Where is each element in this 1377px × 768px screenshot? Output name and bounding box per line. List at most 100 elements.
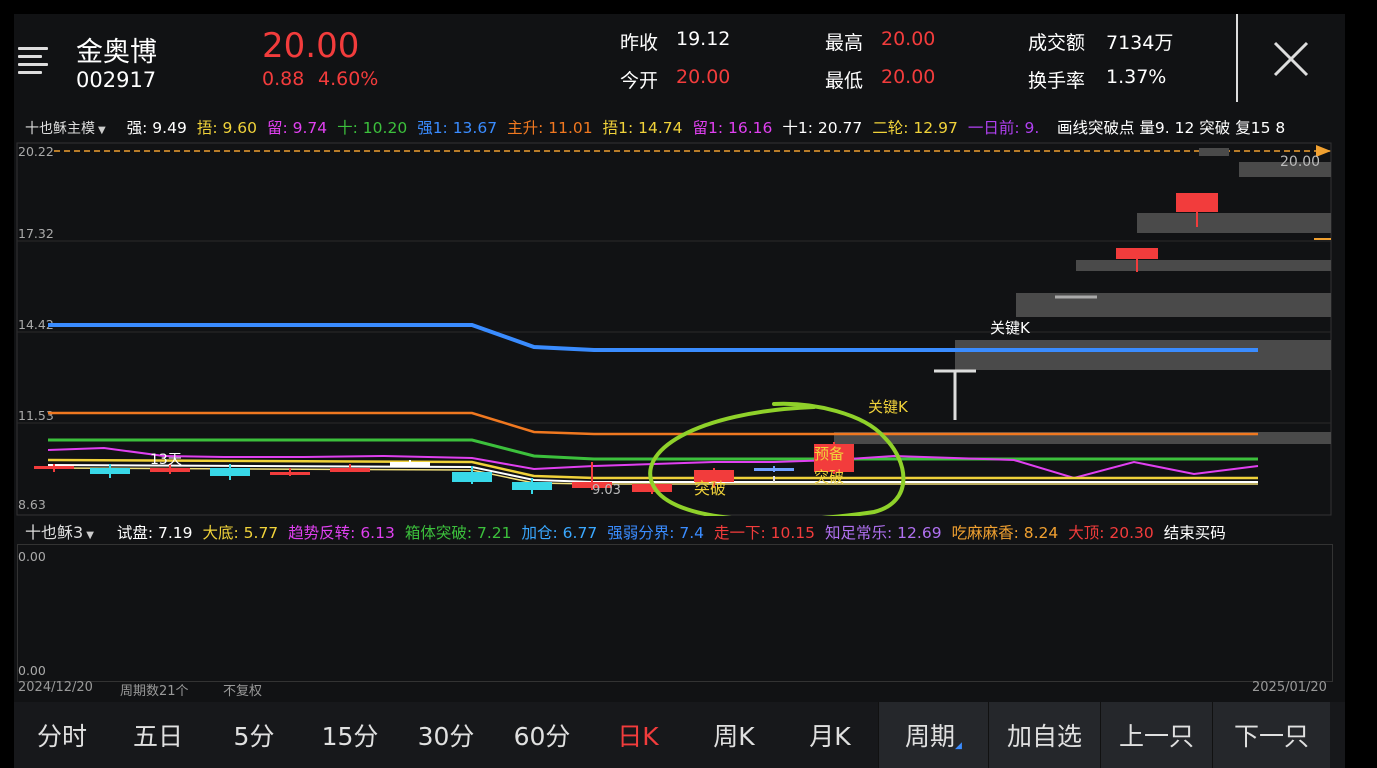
stat-label: 换手率 — [1028, 70, 1086, 92]
price-axis-label: 8.63 — [18, 497, 46, 512]
main-indicator-select[interactable]: 十也稣主模 ▼ — [25, 121, 116, 137]
price-zone-bar — [1137, 213, 1331, 233]
candle-body — [390, 462, 430, 466]
price-axis-label: 17.32 — [18, 226, 54, 241]
stock-kline-screen: 金奥博 002917 20.00 0.88 4.60% 昨收 19.12 今开 20.… — [14, 14, 1345, 768]
header-divider — [1236, 14, 1238, 102]
period-tab-bar: 分时 五日 5分 15分 30分 60分 日K 周K 月K 周期 ◢ 加自选 上一只 下一只 — [14, 702, 1345, 768]
chart-annotation: 突破 — [814, 468, 844, 486]
candle-body — [34, 466, 74, 469]
indicator-value: 主升: 11.01 — [507, 119, 593, 137]
candle-body — [90, 468, 130, 474]
sub-axis-bottom-label: 0.00 — [18, 663, 46, 678]
indicator-value: 走一下: 10.15 — [714, 524, 816, 542]
indicator-value: 知足常乐: 12.69 — [825, 524, 942, 542]
stat-label: 昨收 — [620, 32, 659, 54]
start-date: 2024/12/20 — [18, 680, 93, 695]
tab-9[interactable]: 周期 ◢ — [878, 702, 988, 768]
tab-label: 周K — [713, 722, 755, 751]
indicator-value: 试盘: 7.19 — [116, 524, 193, 542]
stat-value: 7134万 — [1106, 32, 1174, 54]
indicator-value: 结束买码 — [1163, 524, 1226, 542]
tab-10[interactable]: 加自选 — [988, 702, 1100, 768]
last-price-label: 20.00 — [1280, 154, 1320, 170]
candle-body — [150, 468, 190, 472]
indicator-value: 吃麻麻香: 8.24 — [951, 524, 1059, 542]
stat-value: 20.00 — [676, 66, 731, 88]
candle-body — [452, 472, 492, 482]
tab-11[interactable]: 上一只 — [1100, 702, 1212, 768]
chevron-down-icon: ▼ — [86, 530, 94, 541]
candle-body — [754, 468, 794, 471]
tab-5[interactable]: 60分 — [494, 702, 590, 768]
indicator-value: 留: 9.74 — [266, 119, 328, 137]
sub-indicator-select[interactable]: 十也稣3 ▼ — [25, 523, 104, 542]
tab-label: 加自选 — [1006, 722, 1082, 751]
candle-body — [1176, 193, 1218, 212]
tab-label: 五日 — [132, 722, 183, 751]
chart-annotation: 预备 — [814, 445, 844, 463]
period-count: 周期数21个 — [120, 684, 189, 699]
stat-label: 最低 — [825, 70, 864, 92]
candle-body — [270, 472, 310, 475]
tab-label: 日K — [617, 722, 659, 751]
stat-value: 20.00 — [881, 28, 936, 50]
kline-chart[interactable]: 20.2217.3214.4211.538.6320.0013天9.03 突破预备… — [14, 142, 1345, 516]
tab-label: 5分 — [233, 722, 275, 751]
tab-3[interactable]: 15分 — [302, 702, 398, 768]
sub-indicator-row: 十也稣3 ▼ 试盘: 7.19 大底: 5.77 趋势反转: 6.13 箱体突破: 7.… — [25, 519, 1246, 543]
close-icon[interactable] — [1272, 40, 1310, 82]
tab-label: 分时 — [36, 722, 87, 751]
tab-label: 上一只 — [1118, 722, 1194, 751]
chart-annotation: 9.03 — [592, 483, 621, 498]
tab-6[interactable]: 日K — [590, 702, 686, 768]
adjust-mode[interactable]: 不复权 — [223, 680, 262, 699]
indicator-value: 十: 10.20 — [337, 119, 408, 137]
chart-annotation: 关键K — [868, 398, 909, 416]
price-zone-bar — [955, 340, 1331, 370]
candle-body — [1116, 248, 1158, 259]
tab-label: 15分 — [321, 722, 379, 751]
stat-value: 19.12 — [676, 28, 731, 50]
indicator-value: 强弱分界: 7.4 — [607, 524, 704, 542]
menu-icon[interactable] — [18, 42, 48, 79]
tab-12[interactable]: 下一只 — [1212, 702, 1330, 768]
indicator-value: 捂1: 14.74 — [602, 119, 683, 137]
tab-7[interactable]: 周K — [686, 702, 782, 768]
price-zone-bar — [1199, 148, 1229, 156]
tab-1[interactable]: 五日 — [110, 702, 206, 768]
tab-label: 下一只 — [1233, 722, 1309, 751]
price-change-pct: 4.60% — [318, 68, 379, 90]
indicator-value: 大底: 5.77 — [202, 524, 279, 542]
sub-indicator-chart[interactable] — [17, 544, 1333, 682]
price-axis-label: 20.22 — [18, 144, 54, 159]
tab-2[interactable]: 5分 — [206, 702, 302, 768]
price-zone-bar — [1076, 260, 1331, 271]
tab-label: 30分 — [417, 722, 475, 751]
end-date: 2025/01/20 — [1252, 680, 1327, 695]
indicator-value: 趋势反转: 6.13 — [288, 524, 395, 542]
indicator-value: 箱体突破: 7.21 — [404, 524, 512, 542]
chart-annotation: 突破 — [694, 479, 726, 498]
stat-value: 1.37% — [1106, 66, 1167, 88]
price-axis-label: 11.53 — [18, 408, 54, 423]
main-indicator-row: 十也稣主模 ▼ 强: 9.49 捂: 9.60 留: 9.74 十: 10.20 强1: … — [25, 116, 1059, 138]
indicator-value: 强1: 13.67 — [417, 119, 498, 137]
stat-label: 最高 — [825, 32, 864, 54]
stat-label: 成交额 — [1028, 32, 1086, 54]
tab-0[interactable]: 分时 — [14, 702, 110, 768]
tab-8[interactable]: 月K — [782, 702, 878, 768]
indicator-value: 强: 9.49 — [126, 119, 187, 137]
candle-body — [512, 482, 552, 490]
chevron-down-icon: ▼ — [98, 125, 106, 136]
stock-name: 金奥博 — [76, 37, 157, 68]
tab-label: 周期 — [905, 722, 956, 751]
candle-body — [330, 468, 370, 472]
indicator-value: 捂: 9.60 — [196, 119, 257, 137]
main-indicator-overlay: 画线突破点 量9. 12 突破 复15 8 — [1057, 119, 1286, 137]
indicator-value: 大顶: 20.30 — [1068, 524, 1154, 542]
tab-4[interactable]: 30分 — [398, 702, 494, 768]
price-change: 0.88 — [262, 68, 305, 90]
chart-annotation: 13天 — [150, 452, 182, 468]
candle-body — [210, 468, 250, 476]
